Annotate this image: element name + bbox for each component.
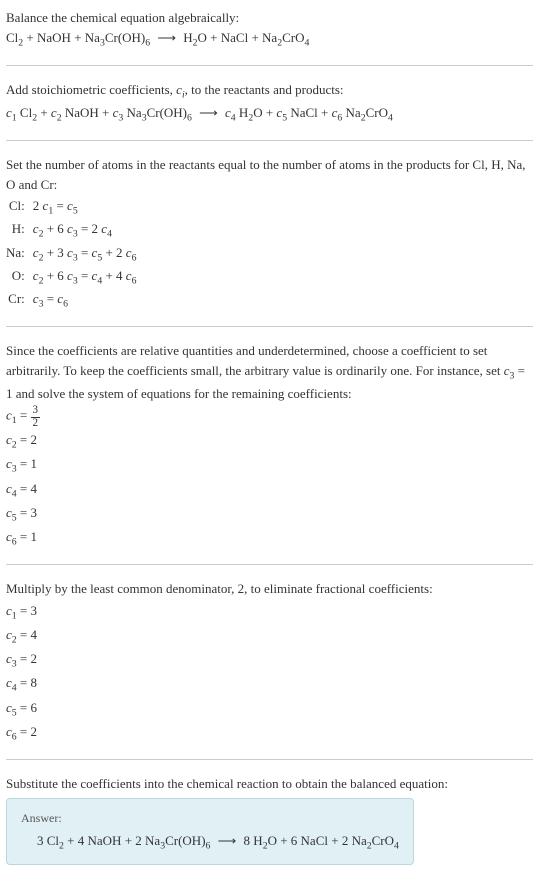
table-row: H: c2 + 6 c3 = 2 c4 (6, 219, 142, 242)
intro-section: Balance the chemical equation algebraica… (6, 8, 533, 51)
lcd-section: Multiply by the least common denominator… (6, 579, 533, 745)
divider (6, 65, 533, 66)
unbalanced-equation: Cl2 + NaOH + Na3Cr(OH)6 ⟶ H2O + NaCl + N… (6, 28, 533, 51)
atom-equation: c3 = c6 (33, 289, 143, 312)
coef-item: c5 = 3 (6, 503, 533, 526)
underdetermined-text: Since the coefficients are relative quan… (6, 341, 533, 403)
coef-item: c3 = 2 (6, 649, 533, 672)
coef-item: c6 = 2 (6, 722, 533, 745)
coef-item: c3 = 1 (6, 454, 533, 477)
element-label: Cl: (6, 196, 33, 219)
divider (6, 759, 533, 760)
divider (6, 564, 533, 565)
substitute-section: Substitute the coefficients into the che… (6, 774, 533, 865)
divider (6, 326, 533, 327)
element-label: Na: (6, 243, 33, 266)
balanced-equation: 3 Cl2 + 4 NaOH + 2 Na3Cr(OH)6 ⟶ 8 H2O + … (21, 831, 399, 854)
equation-with-coefs: c1 Cl2 + c2 NaOH + c3 Na3Cr(OH)6 ⟶ c4 H2… (6, 103, 533, 126)
answer-box: Answer: 3 Cl2 + 4 NaOH + 2 Na3Cr(OH)6 ⟶ … (6, 798, 414, 865)
element-label: Cr: (6, 289, 33, 312)
table-row: Na: c2 + 3 c3 = c5 + 2 c6 (6, 243, 142, 266)
divider (6, 140, 533, 141)
table-row: Cr: c3 = c6 (6, 289, 142, 312)
solution1-list: c1 = 32 c2 = 2 c3 = 1 c4 = 4 c5 = 3 c6 =… (6, 405, 533, 550)
atom-equation: 2 c1 = c5 (33, 196, 143, 219)
coef-item: c1 = 3 (6, 601, 533, 624)
atoms-intro: Set the number of atoms in the reactants… (6, 155, 533, 194)
coef-item: c4 = 4 (6, 479, 533, 502)
lcd-text: Multiply by the least common denominator… (6, 579, 533, 599)
stoich-intro: Add stoichiometric coefficients, ci, to … (6, 80, 533, 103)
coef-item: c4 = 8 (6, 673, 533, 696)
intro-text: Balance the chemical equation algebraica… (6, 8, 533, 28)
coef-item: c2 = 2 (6, 430, 533, 453)
atom-equation: c2 + 6 c3 = 2 c4 (33, 219, 143, 242)
element-label: H: (6, 219, 33, 242)
substitute-text: Substitute the coefficients into the che… (6, 774, 533, 794)
answer-label: Answer: (21, 809, 399, 827)
atoms-section: Set the number of atoms in the reactants… (6, 155, 533, 312)
coef-item: c5 = 6 (6, 698, 533, 721)
element-label: O: (6, 266, 33, 289)
solution2-list: c1 = 3 c2 = 4 c3 = 2 c4 = 8 c5 = 6 c6 = … (6, 601, 533, 745)
underdetermined-section: Since the coefficients are relative quan… (6, 341, 533, 550)
atom-equation: c2 + 3 c3 = c5 + 2 c6 (33, 243, 143, 266)
coef-item: c1 = 32 (6, 405, 533, 429)
table-row: Cl: 2 c1 = c5 (6, 196, 142, 219)
table-row: O: c2 + 6 c3 = c4 + 4 c6 (6, 266, 142, 289)
stoich-section: Add stoichiometric coefficients, ci, to … (6, 80, 533, 126)
coef-item: c2 = 4 (6, 625, 533, 648)
coef-item: c6 = 1 (6, 527, 533, 550)
atom-equation: c2 + 6 c3 = c4 + 4 c6 (33, 266, 143, 289)
atoms-table: Cl: 2 c1 = c5 H: c2 + 6 c3 = 2 c4 Na: c2… (6, 196, 142, 312)
